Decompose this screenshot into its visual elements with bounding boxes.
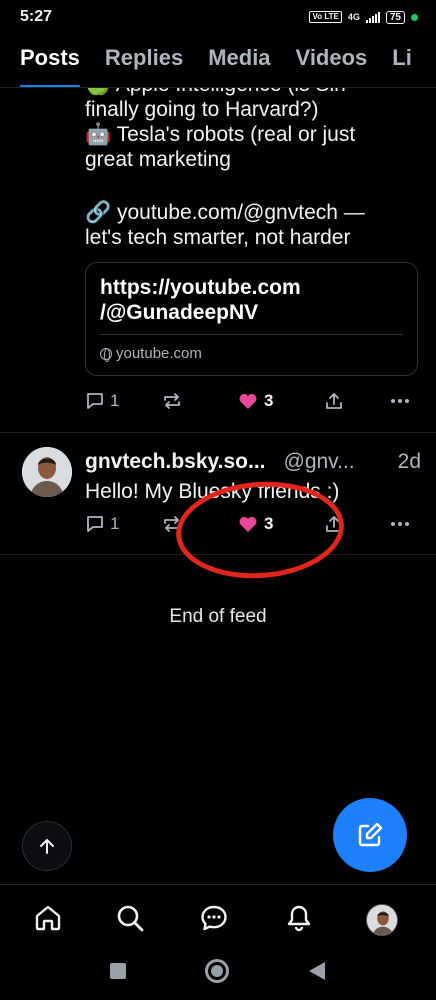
compose-icon [358, 822, 383, 847]
share-icon [326, 393, 342, 409]
link-card-title: https://youtube.com /@GunadeepNV [100, 276, 301, 324]
profile-tabs: Posts Replies Media Videos Li [0, 36, 436, 88]
post-2-header: gnvtech.bsky.so... @gnv... 2d [85, 449, 421, 475]
arrow-up-icon [40, 839, 54, 854]
bell-icon[interactable] [284, 903, 314, 933]
link-card[interactable]: https://youtube.com /@GunadeepNV youtube… [85, 262, 418, 376]
network-type: 4G [347, 11, 360, 22]
bottom-nav [0, 884, 436, 954]
profile-avatar[interactable] [366, 904, 398, 936]
avatar[interactable] [22, 447, 72, 497]
status-time: 5:27 [20, 8, 53, 25]
reply-button[interactable]: 1 [85, 391, 119, 411]
signal-icon [365, 11, 380, 23]
globe-icon [100, 347, 112, 362]
status-bar: 5:27 Vo LTE 4G 75 [0, 0, 436, 34]
scroll-to-top-button[interactable] [22, 821, 72, 871]
tab-likes[interactable]: Li [392, 36, 412, 87]
reply-button[interactable]: 1 [85, 514, 119, 534]
home-button[interactable] [205, 959, 229, 983]
reply-icon [87, 393, 103, 409]
repost-icon [164, 393, 180, 409]
link-card-domain: youtube.com [100, 345, 202, 362]
volte-icon: Vo LTE [309, 11, 342, 23]
chat-icon[interactable] [199, 903, 229, 933]
tab-media[interactable]: Media [208, 36, 270, 87]
like-button[interactable]: 3 [237, 391, 273, 411]
heart-icon [239, 393, 257, 409]
more-button[interactable] [390, 514, 410, 534]
reply-icon [87, 516, 103, 532]
handle: @gnv... [283, 450, 355, 473]
share-button[interactable] [324, 391, 344, 411]
post-1[interactable]: 🍏 Apple Intelligence (is Siri finally go… [0, 88, 436, 433]
display-name[interactable]: gnvtech.bsky.so... [85, 449, 266, 475]
indicator-dot [411, 13, 418, 21]
post-1-actions: 1 3 [85, 391, 415, 417]
system-nav-bar [0, 954, 436, 1000]
tab-replies[interactable]: Replies [105, 36, 183, 87]
post-time: 2d [397, 450, 421, 473]
end-of-feed: End of feed [169, 606, 267, 627]
compose-button[interactable] [333, 798, 407, 872]
tab-posts[interactable]: Posts [20, 36, 80, 87]
search-icon[interactable] [115, 903, 145, 933]
link-card-divider [100, 334, 403, 335]
back-button[interactable] [309, 962, 325, 980]
post-1-text: 🍏 Apple Intelligence (is Siri finally go… [85, 88, 356, 171]
home-icon[interactable] [33, 903, 63, 933]
repost-button[interactable] [161, 391, 183, 411]
battery-icon: 75 [385, 10, 405, 24]
more-icon [391, 522, 409, 526]
more-button[interactable] [390, 391, 410, 411]
more-icon [391, 399, 409, 403]
post-1-link-text: 🔗 youtube.com/@gnvtech — let's tech smar… [85, 201, 365, 249]
tab-videos[interactable]: Videos [296, 36, 368, 87]
recents-button[interactable] [110, 963, 126, 979]
